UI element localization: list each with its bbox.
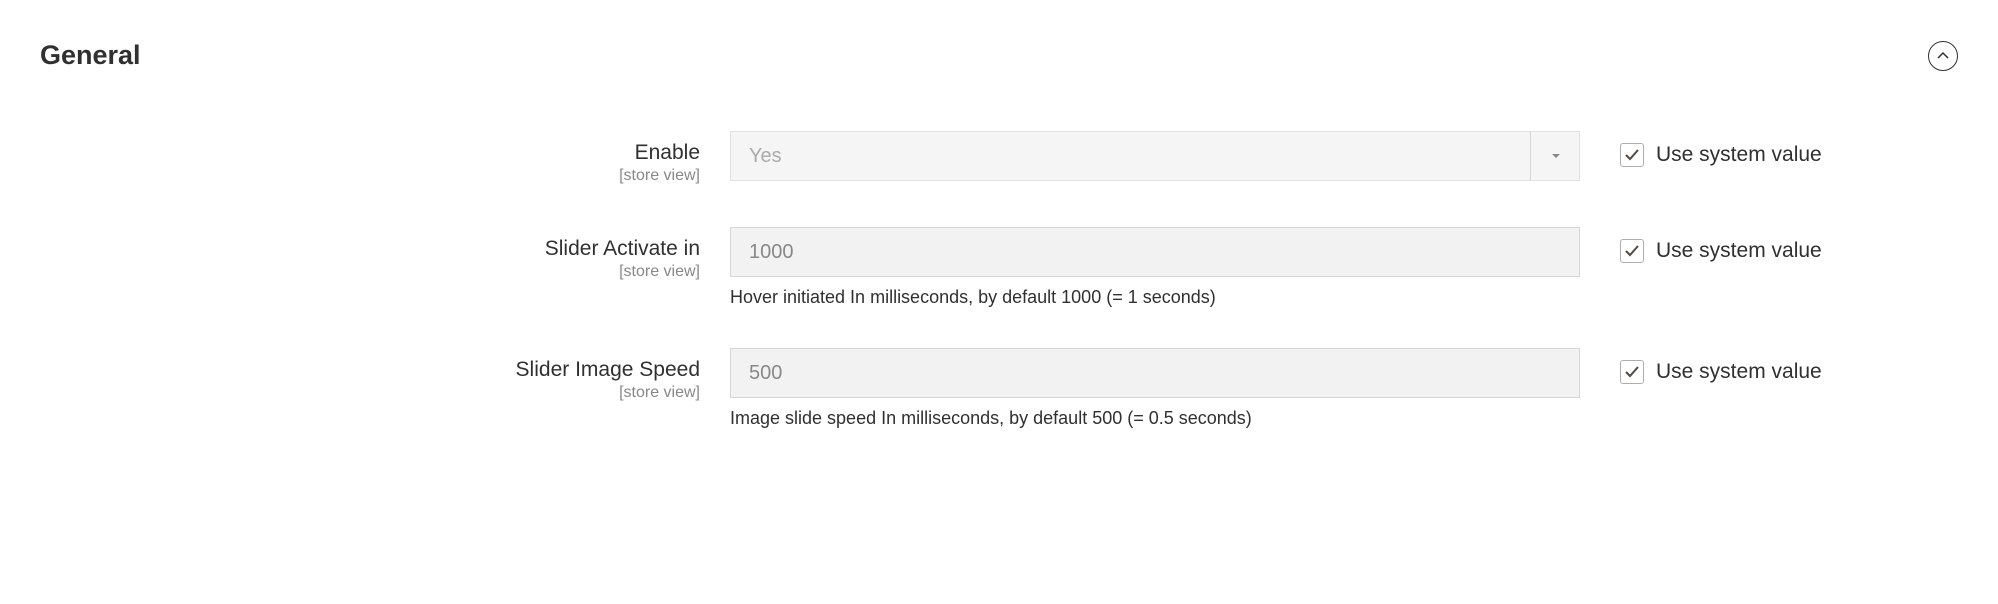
form-container: Enable [store view] Yes Use sy [0, 71, 1998, 509]
input-column: Image slide speed In milliseconds, by de… [730, 348, 1580, 429]
checkbox-column: Use system value [1580, 131, 1822, 167]
label-column: Slider Image Speed [store view] [40, 348, 730, 404]
checkbox-column: Use system value [1580, 348, 1822, 384]
slider-speed-input[interactable] [730, 348, 1580, 398]
field-row-enable: Enable [store view] Yes Use sy [40, 131, 1958, 187]
use-system-value-checkbox-slider-speed[interactable] [1620, 360, 1644, 384]
field-label-enable: Enable [40, 139, 700, 166]
field-label-slider-speed: Slider Image Speed [40, 356, 700, 383]
label-column: Slider Activate in [store view] [40, 227, 730, 283]
field-scope-enable: [store view] [40, 166, 700, 187]
checkmark-icon [1624, 364, 1640, 380]
slider-activate-input[interactable] [730, 227, 1580, 277]
help-text-slider-speed: Image slide speed In milliseconds, by de… [730, 408, 1580, 429]
section-title: General [40, 40, 141, 71]
use-system-value-label: Use system value [1656, 360, 1822, 384]
field-label-slider-activate: Slider Activate in [40, 235, 700, 262]
select-wrapper: Yes [730, 131, 1580, 181]
field-scope-slider-speed: [store view] [40, 383, 700, 404]
input-column: Hover initiated In milliseconds, by defa… [730, 227, 1580, 308]
collapse-toggle-button[interactable] [1928, 41, 1958, 71]
enable-select[interactable]: Yes [730, 131, 1580, 181]
checkbox-column: Use system value [1580, 227, 1822, 263]
chevron-up-icon [1937, 50, 1949, 62]
label-column: Enable [store view] [40, 131, 730, 187]
input-column: Yes [730, 131, 1580, 181]
use-system-value-label: Use system value [1656, 143, 1822, 167]
field-row-slider-speed: Slider Image Speed [store view] Image sl… [40, 348, 1958, 429]
use-system-value-label: Use system value [1656, 239, 1822, 263]
field-scope-slider-activate: [store view] [40, 262, 700, 283]
use-system-value-checkbox-slider-activate[interactable] [1620, 239, 1644, 263]
help-text-slider-activate: Hover initiated In milliseconds, by defa… [730, 287, 1580, 308]
checkmark-icon [1624, 243, 1640, 259]
section-header: General [0, 0, 1998, 71]
use-system-value-checkbox-enable[interactable] [1620, 143, 1644, 167]
checkmark-icon [1624, 147, 1640, 163]
field-row-slider-activate: Slider Activate in [store view] Hover in… [40, 227, 1958, 308]
